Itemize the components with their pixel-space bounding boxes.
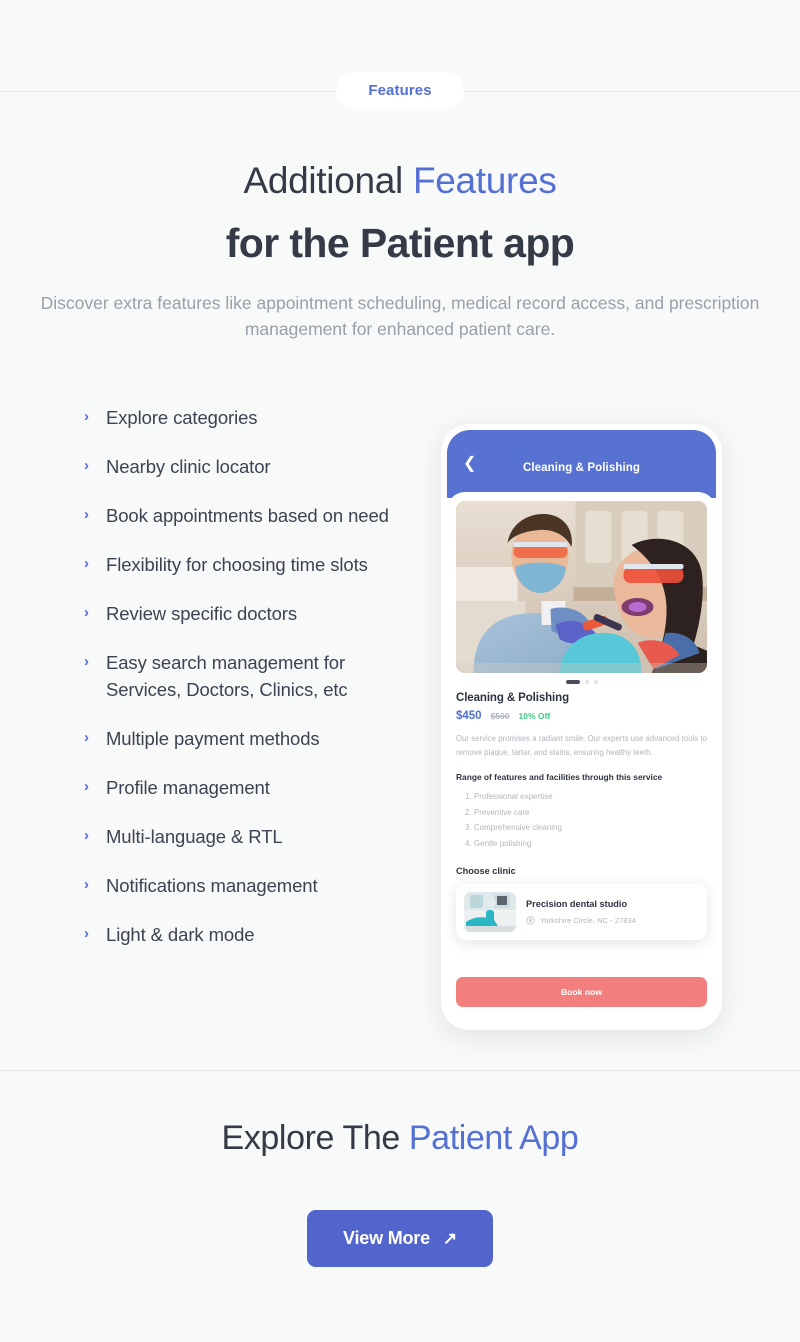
- list-item[interactable]: › Easy search management for Services, D…: [84, 649, 396, 703]
- chevron-left-icon[interactable]: ❮: [463, 456, 476, 472]
- chevron-right-icon: ›: [84, 729, 89, 746]
- price-original: $500: [490, 711, 510, 721]
- chevron-right-icon: ›: [84, 778, 89, 795]
- clinic-name: Precision dental studio: [526, 898, 628, 909]
- page-title-line2: for the Patient app: [225, 219, 575, 266]
- feature-label: Notifications management: [106, 875, 318, 896]
- feature-label: Explore categories: [106, 407, 258, 428]
- list-item[interactable]: › Explore categories: [84, 404, 396, 431]
- bottom-title-plain: Explore The: [221, 1119, 409, 1157]
- view-more-label: View More: [343, 1228, 430, 1248]
- clinic-address: Yorkshire Circle, NC - 27834: [540, 915, 636, 925]
- service-photo: [456, 501, 707, 673]
- feature-label: Book appointments based on need: [106, 505, 389, 526]
- list-item[interactable]: › Flexibility for choosing time slots: [84, 551, 396, 578]
- chevron-right-icon: ›: [84, 408, 89, 425]
- feature-label: Review specific doctors: [106, 603, 297, 624]
- feature-label: Nearby clinic locator: [106, 456, 271, 477]
- carousel-indicator[interactable]: [456, 675, 707, 689]
- service-description: Our service promises a radiant smile. Ou…: [456, 734, 707, 757]
- chevron-right-icon: ›: [84, 653, 89, 670]
- content-sheet: Cleaning & Polishing $450 $500 10% Off O…: [447, 492, 716, 1024]
- chevron-right-icon: ›: [84, 925, 89, 942]
- bottom-title-accent: Patient App: [408, 1119, 579, 1157]
- hero-section: Additional Features for the Patient app …: [0, 160, 800, 343]
- service-feature-item: 4. Gentle polishing: [465, 839, 532, 849]
- feature-label: Multi-language & RTL: [106, 826, 283, 847]
- page-title-line1: Additional Features: [0, 160, 800, 203]
- clinic-address-row: Yorkshire Circle, NC - 27834: [526, 916, 636, 925]
- app-bar: ❮ Cleaning & Polishing: [447, 430, 716, 498]
- service-feature-item: 2. Preventive care: [465, 807, 530, 817]
- arrow-up-right-icon: ↗: [442, 1229, 457, 1248]
- book-now-button[interactable]: Book now: [456, 977, 707, 1007]
- service-feature-item: 1. Professional expertise: [465, 792, 553, 802]
- list-item[interactable]: › Book appointments based on need: [84, 502, 396, 529]
- feature-list: › Explore categories › Nearby clinic loc…: [84, 398, 396, 970]
- service-features-heading: Range of features and facilities through…: [456, 772, 663, 783]
- clinic-info: Precision dental studio Yorkshire Circle…: [526, 899, 636, 925]
- list-item[interactable]: › Light & dark mode: [84, 921, 396, 948]
- chevron-right-icon: ›: [84, 604, 89, 621]
- feature-label: Profile management: [106, 777, 270, 798]
- feature-label: Multiple payment methods: [106, 728, 320, 749]
- carousel-dot[interactable]: [584, 680, 589, 684]
- clinic-card[interactable]: Precision dental studio Yorkshire Circle…: [456, 883, 707, 940]
- feature-label: Easy search management for Services, Doc…: [106, 652, 348, 700]
- chevron-right-icon: ›: [84, 457, 89, 474]
- list-item[interactable]: › Multi-language & RTL: [84, 823, 396, 850]
- view-more-button[interactable]: View More ↗: [307, 1210, 493, 1267]
- phone-screen: ❮ Cleaning & Polishing Cleaning & Polish…: [447, 430, 716, 1024]
- service-title: Cleaning & Polishing: [456, 692, 570, 704]
- carousel-dot[interactable]: [593, 680, 598, 684]
- list-item[interactable]: › Multiple payment methods: [84, 725, 396, 752]
- page-title-plain: Additional: [243, 160, 413, 201]
- chevron-right-icon: ›: [84, 555, 89, 572]
- main-content: › Explore categories › Nearby clinic loc…: [0, 398, 800, 1030]
- price-current: $450: [456, 710, 482, 722]
- list-item[interactable]: › Notifications management: [84, 872, 396, 899]
- page-title-accent: Features: [412, 160, 557, 201]
- carousel-dot-active[interactable]: [565, 680, 580, 684]
- choose-clinic-heading: Choose clinic: [456, 865, 516, 876]
- clinic-thumbnail: [464, 891, 516, 932]
- bottom-title: Explore The Patient App: [0, 1119, 800, 1158]
- phone-mockup: ❮ Cleaning & Polishing Cleaning & Polish…: [441, 424, 722, 1030]
- list-item[interactable]: › Profile management: [84, 774, 396, 801]
- price-row: $450 $500 10% Off: [456, 710, 707, 722]
- service-feature-item: 3. Comprehensive cleaning: [465, 823, 562, 833]
- page-subtitle: Discover extra features like appointment…: [40, 292, 760, 340]
- discount-badge: 10% Off: [518, 711, 551, 721]
- chevron-right-icon: ›: [84, 827, 89, 844]
- map-pin-icon: [526, 916, 535, 925]
- bottom-section: Explore The Patient App View More ↗: [0, 1071, 800, 1342]
- features-badge: Features: [336, 72, 464, 109]
- feature-label: Light & dark mode: [106, 924, 255, 945]
- chevron-right-icon: ›: [84, 506, 89, 523]
- feature-label: Flexibility for choosing time slots: [106, 554, 368, 575]
- section-badge-wrapper: Features: [0, 72, 800, 109]
- list-item[interactable]: › Nearby clinic locator: [84, 453, 396, 480]
- chevron-right-icon: ›: [84, 876, 89, 893]
- app-bar-title: Cleaning & Polishing: [522, 462, 640, 474]
- list-item[interactable]: › Review specific doctors: [84, 600, 396, 627]
- service-features-list: 1. Professional expertise 2. Preventive …: [456, 789, 707, 851]
